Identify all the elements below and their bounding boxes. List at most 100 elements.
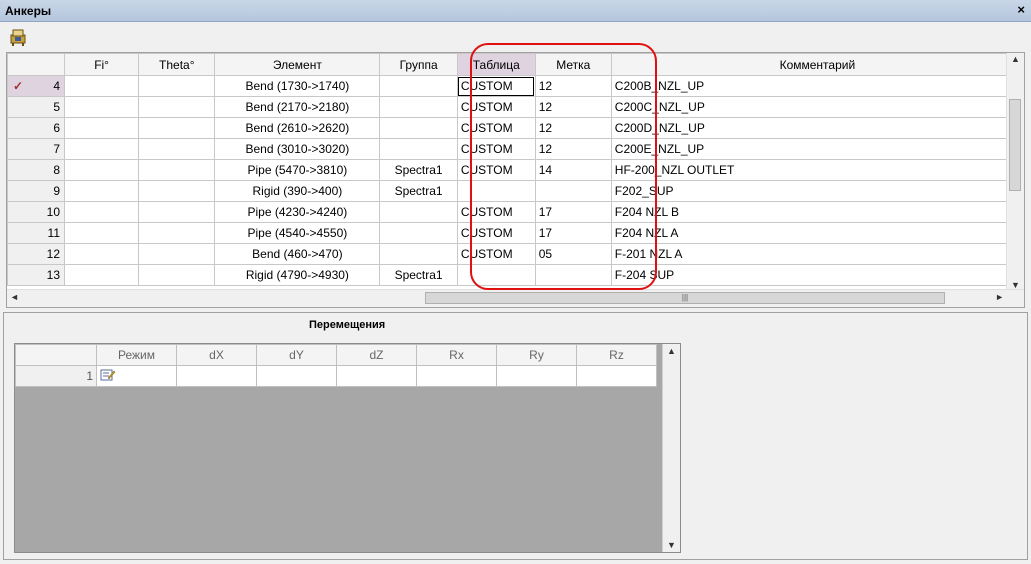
vertical-scrollbar[interactable]: ▲ ▼ [1006, 53, 1024, 291]
fi-cell[interactable] [64, 222, 140, 244]
fi-cell[interactable] [64, 117, 140, 139]
theta-cell[interactable] [138, 243, 216, 265]
table-cell[interactable]: CUSTOM [456, 138, 536, 160]
table-cell[interactable] [456, 180, 536, 202]
col-header-element[interactable]: Элемент [214, 53, 381, 76]
col-header-dz[interactable]: dZ [336, 344, 417, 366]
table-row[interactable]: 5 Bend (2170->2180) CUSTOM 12 C200C_NZL_UP [7, 96, 1024, 118]
table-row[interactable]: 8 Pipe (5470->3810) Spectra1 CUSTOM 14 HF-200… [7, 159, 1024, 181]
comment-cell[interactable]: F204 NZL A [610, 222, 1024, 244]
col-header-comment[interactable]: Комментарий [610, 53, 1024, 76]
element-cell[interactable]: Bend (2610->2620) [214, 117, 381, 139]
theta-cell[interactable] [138, 201, 216, 223]
group-cell[interactable] [379, 75, 458, 97]
theta-cell[interactable] [138, 264, 216, 286]
ry-cell[interactable] [496, 365, 577, 387]
group-cell[interactable] [379, 138, 458, 160]
horizontal-scroll-thumb[interactable]: ||| [425, 292, 945, 304]
dx-cell[interactable] [176, 365, 257, 387]
anchor-tool-icon[interactable] [8, 27, 28, 47]
table-row[interactable]: 9 Rigid (390->400) Spectra1 F202_SUP [7, 180, 1024, 202]
table-row[interactable]: 10 Pipe (4230->4240) CUSTOM 17 F204 NZL B [7, 201, 1024, 223]
mode-cell[interactable] [96, 365, 177, 387]
scroll-down-icon[interactable]: ▼ [667, 540, 676, 550]
element-cell[interactable]: Rigid (4790->4930) [214, 264, 381, 286]
comment-cell[interactable]: C200E_NZL_UP [610, 138, 1024, 160]
theta-cell[interactable] [138, 96, 216, 118]
label-cell[interactable]: 12 [534, 96, 612, 118]
fi-cell[interactable] [64, 180, 140, 202]
group-cell[interactable] [379, 96, 458, 118]
table-row[interactable]: 6 Bend (2610->2620) CUSTOM 12 C200D_NZL_UP [7, 117, 1024, 139]
table-cell[interactable]: CUSTOM [456, 222, 536, 244]
element-cell[interactable]: Bend (3010->3020) [214, 138, 381, 160]
table-cell[interactable]: CUSTOM [456, 243, 536, 265]
table-cell[interactable]: CUSTOM [456, 159, 536, 181]
scroll-up-icon[interactable]: ▲ [667, 346, 676, 356]
col-header-mode[interactable]: Режим [96, 344, 177, 366]
table-cell[interactable]: CUSTOM [456, 201, 536, 223]
table-row[interactable]: 13 Rigid (4790->4930) Spectra1 F-204 SUP [7, 264, 1024, 286]
table-row[interactable]: 12 Bend (460->470) CUSTOM 05 F-201 NZL A [7, 243, 1024, 265]
element-cell[interactable]: Rigid (390->400) [214, 180, 381, 202]
label-cell[interactable]: 14 [534, 159, 612, 181]
scroll-up-icon[interactable]: ▲ [1011, 54, 1020, 64]
comment-cell[interactable]: F204 NZL B [610, 201, 1024, 223]
fi-cell[interactable] [64, 96, 140, 118]
dz-cell[interactable] [336, 365, 417, 387]
dy-cell[interactable] [256, 365, 337, 387]
theta-cell[interactable] [138, 138, 216, 160]
label-cell[interactable]: 12 [534, 117, 612, 139]
group-cell[interactable]: Spectra1 [379, 264, 458, 286]
table-cell[interactable]: CUSTOM [456, 117, 536, 139]
comment-cell[interactable]: F-201 NZL A [610, 243, 1024, 265]
element-cell[interactable]: Bend (1730->1740) [214, 75, 381, 97]
label-cell[interactable] [534, 264, 612, 286]
fi-cell[interactable] [64, 201, 140, 223]
comment-cell[interactable]: C200C_NZL_UP [610, 96, 1024, 118]
displacements-vertical-scrollbar[interactable]: ▲ ▼ [662, 344, 680, 552]
edit-icon[interactable] [100, 369, 116, 385]
table-row[interactable]: 11 Pipe (4540->4550) CUSTOM 17 F204 NZL A [7, 222, 1024, 244]
label-cell[interactable]: 17 [534, 222, 612, 244]
element-cell[interactable]: Pipe (4230->4240) [214, 201, 381, 223]
comment-cell[interactable]: HF-200_NZL OUTLET [610, 159, 1024, 181]
theta-cell[interactable] [138, 180, 216, 202]
col-header-fi[interactable]: Fi° [64, 53, 140, 76]
label-cell[interactable] [534, 180, 612, 202]
element-cell[interactable]: Pipe (5470->3810) [214, 159, 381, 181]
element-cell[interactable]: Pipe (4540->4550) [214, 222, 381, 244]
group-cell[interactable]: Spectra1 [379, 180, 458, 202]
group-cell[interactable] [379, 201, 458, 223]
scroll-left-icon[interactable]: ◄ [10, 292, 19, 302]
group-cell[interactable] [379, 117, 458, 139]
table-cell[interactable] [456, 264, 536, 286]
col-header-dy[interactable]: dY [256, 344, 337, 366]
table-row[interactable]: ✓ 4 Bend (1730->1740) CUSTOM 12 C200B_NZL_UP [7, 75, 1024, 97]
theta-cell[interactable] [138, 117, 216, 139]
col-header-table[interactable]: Таблица [456, 53, 536, 76]
fi-cell[interactable] [64, 138, 140, 160]
fi-cell[interactable] [64, 264, 140, 286]
table-row[interactable]: 7 Bend (3010->3020) CUSTOM 12 C200E_NZL_UP [7, 138, 1024, 160]
col-header-dx[interactable]: dX [176, 344, 257, 366]
theta-cell[interactable] [138, 159, 216, 181]
col-header-theta[interactable]: Theta° [138, 53, 216, 76]
vertical-scroll-thumb[interactable] [1009, 99, 1021, 191]
label-cell[interactable]: 05 [534, 243, 612, 265]
element-cell[interactable]: Bend (2170->2180) [214, 96, 381, 118]
col-header-label[interactable]: Метка [534, 53, 612, 76]
comment-cell[interactable]: F-204 SUP [610, 264, 1024, 286]
group-cell[interactable] [379, 222, 458, 244]
element-cell[interactable]: Bend (460->470) [214, 243, 381, 265]
table-cell[interactable]: CUSTOM [456, 96, 536, 118]
label-cell[interactable]: 12 [534, 138, 612, 160]
col-header-group[interactable]: Группа [379, 53, 458, 76]
fi-cell[interactable] [64, 75, 140, 97]
rx-cell[interactable] [416, 365, 497, 387]
col-header-ry[interactable]: Ry [496, 344, 577, 366]
label-cell[interactable]: 12 [534, 75, 612, 97]
group-cell[interactable] [379, 243, 458, 265]
comment-cell[interactable]: C200D_NZL_UP [610, 117, 1024, 139]
scroll-right-icon[interactable]: ► [995, 292, 1004, 302]
